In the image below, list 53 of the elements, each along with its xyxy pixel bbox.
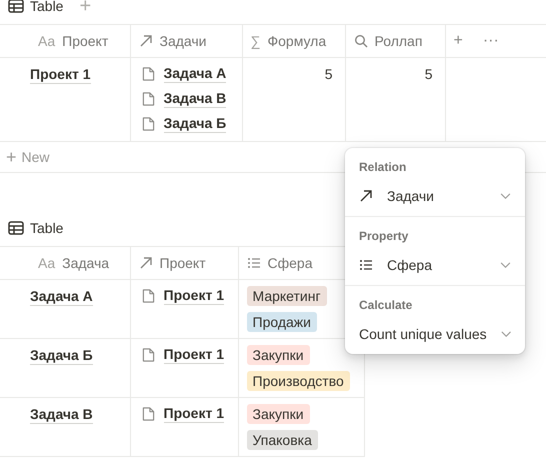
arrow-icon [138, 256, 152, 270]
column-header[interactable]: Сфера [268, 255, 312, 271]
number-value: 5 [424, 65, 434, 82]
tag: Маркетинг [246, 286, 327, 306]
column-header[interactable]: Проект [62, 33, 108, 49]
page-link[interactable]: Проект 1 [164, 287, 224, 305]
plus-icon: + [6, 146, 17, 168]
page-icon [142, 116, 154, 132]
tag: Продажи [246, 312, 317, 332]
row-title-link[interactable]: Задача В [30, 406, 93, 424]
chevron-icon [500, 262, 511, 268]
row-title-link[interactable]: Проект 1 [30, 66, 90, 84]
page-icon [142, 347, 154, 363]
page-link[interactable]: Задача В [164, 90, 226, 108]
column-header[interactable]: Задача [62, 255, 110, 271]
tag: Закупки [246, 404, 310, 424]
section-label: Property [359, 229, 408, 243]
chevron-icon [500, 192, 511, 200]
list-icon [246, 256, 260, 270]
search-icon [354, 34, 368, 48]
page-link[interactable]: Проект 1 [164, 346, 224, 364]
tag: Производство [246, 371, 350, 391]
number-value: 5 [324, 65, 334, 82]
tag: Упаковка [246, 430, 318, 450]
table-icon [8, 0, 24, 13]
dropdown[interactable]: Сфера [359, 253, 511, 277]
page-link[interactable]: Проект 1 [164, 405, 224, 423]
section-label: Relation [359, 160, 406, 174]
title-type-icon: Aa [38, 33, 56, 49]
section-label: Calculate [359, 298, 412, 312]
table-icon [8, 221, 24, 235]
page-link[interactable]: Задача Б [164, 115, 226, 133]
page-icon [142, 288, 154, 304]
arrow-icon [138, 34, 152, 48]
more-button[interactable]: ··· [482, 32, 499, 50]
row-title-link[interactable]: Задача А [30, 288, 93, 306]
dropdown[interactable]: Задачи [359, 184, 511, 208]
page-icon [142, 406, 154, 422]
page-icon [142, 91, 154, 107]
tag: Закупки [246, 345, 310, 365]
view-tab[interactable]: Table [30, 220, 64, 236]
sigma-icon: ∑ [250, 33, 260, 49]
list-icon [359, 258, 373, 272]
view-tab[interactable]: Table [30, 0, 64, 14]
row-title-link[interactable]: Задача Б [30, 347, 93, 365]
title-type-icon: Aa [38, 255, 56, 271]
arrow-icon [359, 189, 373, 203]
page-link[interactable]: Задача А [164, 65, 226, 83]
dropdown[interactable]: Count unique values [359, 322, 511, 346]
page-icon [142, 66, 154, 82]
add-column-button[interactable]: + [454, 32, 463, 50]
chevron-icon [500, 330, 511, 338]
column-header[interactable]: Формула [267, 33, 326, 49]
